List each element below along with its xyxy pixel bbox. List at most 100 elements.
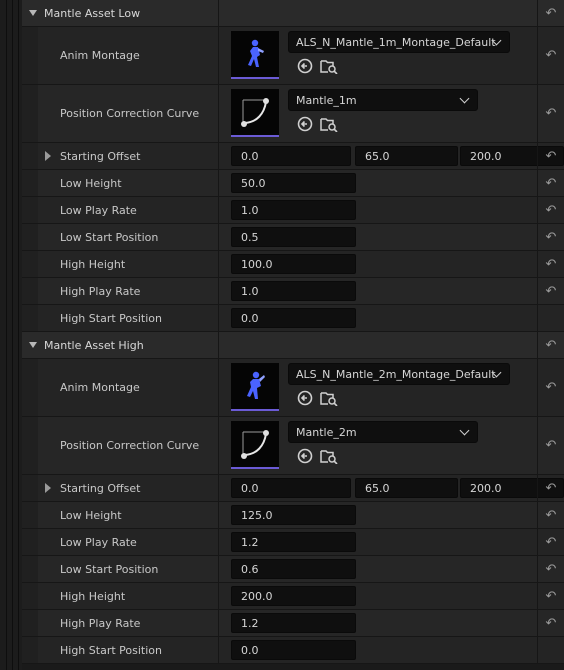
reset-to-default-icon[interactable]: ↶ bbox=[538, 170, 564, 196]
property-high-height: High Height 200.0 ↶ bbox=[22, 583, 564, 610]
property-high-start-position: High Start Position 0.0 bbox=[22, 637, 564, 664]
anim-montage-asset-picker[interactable]: ALS_N_Mantle_2m_Montage_Default bbox=[288, 363, 510, 385]
high-height-field[interactable]: 100.0 bbox=[231, 254, 356, 274]
property-label: High Play Rate bbox=[60, 284, 141, 298]
reset-to-default-icon[interactable]: ↶ bbox=[538, 27, 564, 84]
collapse-arrow-icon[interactable] bbox=[29, 342, 37, 348]
property-high-start-position: High Start Position 0.0 bbox=[22, 305, 564, 332]
reset-to-default-icon[interactable]: ↶ bbox=[538, 143, 564, 169]
combo-value: Mantle_2m bbox=[296, 425, 357, 439]
browse-to-asset-icon[interactable] bbox=[320, 389, 338, 407]
property-label: High Start Position bbox=[60, 311, 162, 325]
reset-to-default-icon[interactable]: ↶ bbox=[538, 224, 564, 250]
offset-x-field[interactable]: 0.0 bbox=[231, 478, 351, 498]
reset-to-default-icon[interactable]: ↶ bbox=[538, 529, 564, 555]
collapse-arrow-icon[interactable] bbox=[29, 10, 37, 16]
high-start-position-field[interactable]: 0.0 bbox=[231, 308, 356, 328]
property-low-play-rate: Low Play Rate 1.0 ↶ bbox=[22, 197, 564, 224]
offset-y-field[interactable]: 65.0 bbox=[355, 146, 458, 166]
property-position-correction-curve: Position Correction Curve Mantle_1m ↶ bbox=[22, 85, 564, 143]
offset-x-field[interactable]: 0.0 bbox=[231, 146, 351, 166]
curve-asset-thumbnail-icon[interactable] bbox=[231, 421, 279, 469]
reset-to-default-icon[interactable]: ↶ bbox=[538, 251, 564, 277]
browse-to-asset-icon[interactable] bbox=[320, 447, 338, 465]
reset-to-default-icon[interactable]: ↶ bbox=[538, 359, 564, 416]
property-label: Low Play Rate bbox=[60, 203, 137, 217]
reset-to-default-icon[interactable]: ↶ bbox=[538, 475, 564, 501]
property-high-height: High Height 100.0 ↶ bbox=[22, 251, 564, 278]
reset-to-default-icon[interactable]: ↶ bbox=[538, 85, 564, 142]
high-play-rate-field[interactable]: 1.2 bbox=[231, 613, 356, 633]
property-label: Low Play Rate bbox=[60, 535, 137, 549]
category-title: Mantle Asset High bbox=[44, 338, 144, 352]
browse-to-asset-icon[interactable] bbox=[320, 57, 338, 75]
property-label: Anim Montage bbox=[60, 381, 140, 394]
curve-asset-thumbnail-icon[interactable] bbox=[231, 89, 279, 137]
low-start-position-field[interactable]: 0.6 bbox=[231, 559, 356, 579]
reset-to-default-icon[interactable]: ↶ bbox=[538, 332, 564, 358]
combo-value: ALS_N_Mantle_1m_Montage_Default bbox=[296, 35, 496, 49]
reset-to-default-icon[interactable]: ↶ bbox=[538, 278, 564, 304]
property-high-play-rate: High Play Rate 1.0 ↶ bbox=[22, 278, 564, 305]
browse-to-asset-icon[interactable] bbox=[320, 115, 338, 133]
property-starting-offset: Starting Offset 0.0 65.0 200.0 ↶ bbox=[22, 475, 564, 502]
use-selected-asset-icon[interactable] bbox=[296, 115, 314, 133]
chevron-down-icon bbox=[459, 93, 470, 104]
details-panel-gutter bbox=[0, 0, 22, 670]
property-anim-montage: Anim Montage ALS_N_Mantle_2m_Montage_Def… bbox=[22, 359, 564, 417]
property-label: High Play Rate bbox=[60, 616, 141, 630]
anim-montage-asset-picker[interactable]: ALS_N_Mantle_1m_Montage_Default bbox=[288, 31, 510, 53]
property-low-start-position: Low Start Position 0.6 ↶ bbox=[22, 556, 564, 583]
low-start-position-field[interactable]: 0.5 bbox=[231, 227, 356, 247]
property-label: Low Height bbox=[60, 176, 122, 190]
reset-to-default-icon[interactable]: ↶ bbox=[538, 0, 564, 26]
reset-to-default-icon[interactable]: ↶ bbox=[538, 502, 564, 528]
category-title: Mantle Asset Low bbox=[44, 6, 141, 20]
property-label: Position Correction Curve bbox=[60, 107, 200, 120]
property-low-play-rate: Low Play Rate 1.2 ↶ bbox=[22, 529, 564, 556]
category-mantle-asset-high[interactable]: Mantle Asset High ↶ bbox=[22, 332, 564, 359]
reset-to-default-icon[interactable]: ↶ bbox=[538, 197, 564, 223]
chevron-down-icon bbox=[459, 425, 470, 436]
property-label: Starting Offset bbox=[60, 149, 141, 163]
expand-arrow-icon[interactable] bbox=[45, 151, 51, 161]
property-label: Starting Offset bbox=[60, 481, 141, 495]
property-label: High Height bbox=[60, 257, 126, 271]
property-label: Low Start Position bbox=[60, 562, 159, 576]
property-label: Position Correction Curve bbox=[60, 439, 200, 452]
reset-to-default-icon[interactable]: ↶ bbox=[538, 583, 564, 609]
property-label: Low Start Position bbox=[60, 230, 159, 244]
offset-y-field[interactable]: 65.0 bbox=[355, 478, 458, 498]
curve-asset-picker[interactable]: Mantle_1m bbox=[288, 89, 478, 111]
combo-value: Mantle_1m bbox=[296, 93, 357, 107]
property-label: High Start Position bbox=[60, 643, 162, 657]
combo-value: ALS_N_Mantle_2m_Montage_Default bbox=[296, 367, 496, 381]
expand-arrow-icon[interactable] bbox=[45, 483, 51, 493]
low-height-field[interactable]: 125.0 bbox=[231, 505, 356, 525]
reset-to-default-icon[interactable]: ↶ bbox=[538, 610, 564, 636]
use-selected-asset-icon[interactable] bbox=[296, 57, 314, 75]
property-position-correction-curve: Position Correction Curve Mantle_2m ↶ bbox=[22, 417, 564, 475]
curve-asset-picker[interactable]: Mantle_2m bbox=[288, 421, 478, 443]
property-high-play-rate: High Play Rate 1.2 ↶ bbox=[22, 610, 564, 637]
high-play-rate-field[interactable]: 1.0 bbox=[231, 281, 356, 301]
low-play-rate-field[interactable]: 1.2 bbox=[231, 532, 356, 552]
property-label: Low Height bbox=[60, 508, 122, 522]
property-label: Anim Montage bbox=[60, 49, 140, 62]
use-selected-asset-icon[interactable] bbox=[296, 389, 314, 407]
property-low-start-position: Low Start Position 0.5 ↶ bbox=[22, 224, 564, 251]
animation-montage-thumbnail-icon[interactable] bbox=[231, 363, 279, 411]
property-low-height: Low Height 50.0 ↶ bbox=[22, 170, 564, 197]
high-start-position-field[interactable]: 0.0 bbox=[231, 640, 356, 660]
high-height-field[interactable]: 200.0 bbox=[231, 586, 356, 606]
use-selected-asset-icon[interactable] bbox=[296, 447, 314, 465]
reset-to-default-icon[interactable]: ↶ bbox=[538, 417, 564, 474]
low-height-field[interactable]: 50.0 bbox=[231, 173, 356, 193]
category-mantle-asset-low[interactable]: Mantle Asset Low ↶ bbox=[22, 0, 564, 27]
property-low-height: Low Height 125.0 ↶ bbox=[22, 502, 564, 529]
reset-to-default-icon[interactable]: ↶ bbox=[538, 556, 564, 582]
property-anim-montage: Anim Montage ALS_N_Mantle_1m_Montage_Def… bbox=[22, 27, 564, 85]
low-play-rate-field[interactable]: 1.0 bbox=[231, 200, 356, 220]
property-starting-offset: Starting Offset 0.0 65.0 200.0 ↶ bbox=[22, 143, 564, 170]
animation-montage-thumbnail-icon[interactable] bbox=[231, 31, 279, 79]
